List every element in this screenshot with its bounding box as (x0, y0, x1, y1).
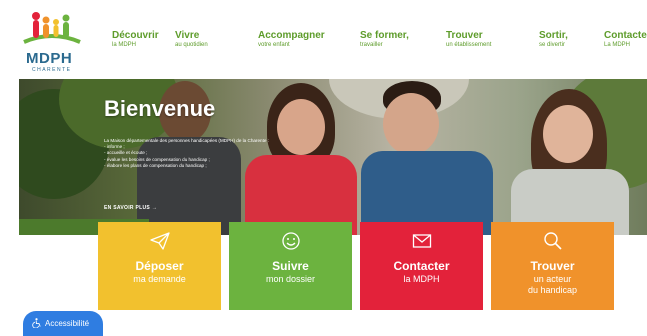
nav-item-trouver[interactable]: Trouver un établissement (446, 30, 491, 50)
nav-title: Se former, (360, 30, 409, 41)
tile-contacter-mdph[interactable]: Contacter la MDPH (360, 222, 483, 310)
nav-subtitle: votre enfant (258, 42, 290, 48)
learn-more-link[interactable]: EN SAVOIR PLUS → (104, 205, 157, 211)
nav-title: Sortir, (539, 30, 568, 41)
tile-subtitle: mon dossier (265, 274, 316, 284)
nav-item-decouvrir[interactable]: Découvrir la MDPH (112, 30, 159, 50)
smiley-icon (281, 232, 300, 250)
nav-item-accompagner[interactable]: Accompagner votre enfant (258, 30, 325, 50)
tile-trouver-acteur[interactable]: Trouver un acteur du handicap (491, 222, 614, 310)
hero-description-line: - élabore les plans de compensation du h… (104, 162, 207, 168)
tile-subtitle: la MDPH (403, 274, 440, 284)
envelope-icon (412, 234, 431, 248)
search-icon (543, 232, 562, 250)
tile-subtitle-2: du handicap (527, 285, 578, 295)
nav-title: Accompagner (258, 30, 325, 41)
tile-title: Trouver (530, 259, 575, 273)
tile-title: Contacter (393, 259, 450, 273)
paper-plane-icon (149, 232, 170, 250)
nav-item-contacter[interactable]: Contacter La MDPH (604, 30, 647, 50)
nav-title: Découvrir (112, 30, 159, 41)
nav-item-sortir[interactable]: Sortir, se divertir (539, 30, 568, 50)
nav-item-se-former[interactable]: Se former, travailler (360, 30, 409, 50)
nav-title: Vivre (175, 30, 200, 41)
nav-title: Contacter (604, 30, 647, 41)
accessibility-button[interactable]: Accessibilité (23, 311, 103, 336)
tile-suivre-dossier[interactable]: Suivre mon dossier (229, 222, 352, 310)
tile-subtitle: un acteur (533, 274, 572, 284)
nav-subtitle: un établissement (446, 42, 492, 48)
hero-photo-person (383, 93, 439, 155)
hero-description-line: La Maison départementale des personnes h… (104, 138, 269, 143)
nav-item-vivre[interactable]: Vivre au quotidien (175, 30, 208, 50)
hero-title: Bienvenue (104, 96, 216, 121)
site-header: MDPH CHARENTE Découvrir la MDPH Vivre au… (0, 0, 647, 78)
tile-subtitle: ma demande (133, 274, 186, 284)
nav-subtitle: la MDPH (112, 42, 137, 48)
nav-subtitle: au quotidien (175, 42, 208, 48)
tile-title: Suivre (272, 259, 309, 273)
logo-subtitle: CHARENTE (32, 67, 72, 73)
nav-subtitle: travailler (360, 42, 383, 48)
nav-title: Trouver (446, 30, 483, 41)
tile-deposer-demande[interactable]: Déposer ma demande (98, 222, 221, 310)
tile-title: Déposer (135, 259, 184, 273)
nav-subtitle: se divertir (539, 42, 566, 48)
hero-description: La Maison départementale des personnes h… (104, 138, 294, 169)
wheelchair-icon (32, 318, 41, 328)
main-navigation: Découvrir la MDPH Vivre au quotidien Acc… (0, 30, 647, 54)
accessibility-label: Accessibilité (45, 319, 90, 328)
nav-subtitle: La MDPH (604, 42, 631, 48)
hero-photo-person (543, 105, 593, 163)
